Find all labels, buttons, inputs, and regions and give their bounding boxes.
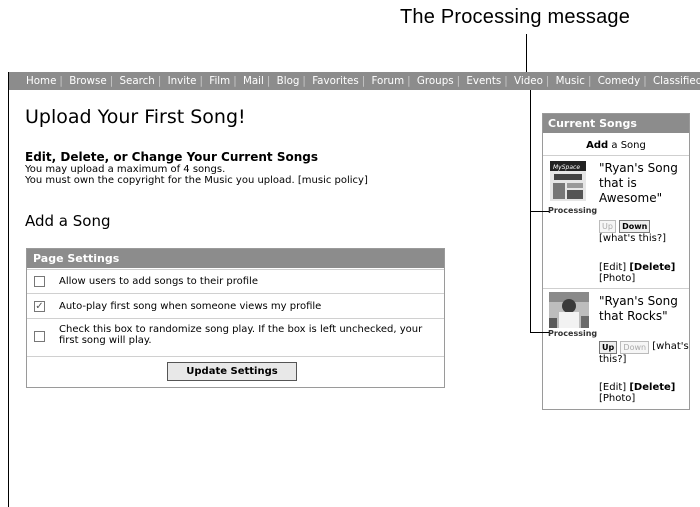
randomize-checkbox[interactable] — [34, 331, 45, 342]
allow-add-songs-checkbox[interactable] — [34, 276, 45, 287]
copyright-text: You must own the copyright for the Music… — [25, 175, 298, 186]
divider — [543, 288, 689, 289]
song-2-links: [Edit] [Delete] [Photo] — [599, 382, 675, 404]
song-2-controls: Up Down [what's this?] — [599, 341, 689, 366]
nav-item-home[interactable]: Home — [26, 75, 56, 87]
autoplay-checkbox[interactable]: ✓ — [34, 301, 45, 312]
section-title: Edit, Delete, or Change Your Current Son… — [25, 150, 318, 164]
setting-row: Allow users to add songs to their profil… — [27, 269, 444, 293]
music-policy-link[interactable]: [music policy] — [298, 175, 368, 186]
nav-item-mail[interactable]: Mail — [243, 75, 264, 87]
copyright-note: You must own the copyright for the Music… — [25, 175, 368, 186]
setting-row: Check this box to randomize song play. I… — [27, 318, 444, 357]
song-1-down-button[interactable]: Down — [619, 220, 651, 233]
song-2-title: "Ryan's Song that Rocks" — [599, 294, 678, 323]
limit-note: You may upload a maximum of 4 songs. — [25, 164, 226, 175]
song-1-delete-link[interactable]: [Delete] — [629, 262, 675, 273]
song-1-links: [Edit] [Delete] [Photo] — [599, 262, 675, 284]
song-1-processing-status: Processing — [548, 206, 598, 215]
song-2-up-button[interactable]: Up — [599, 341, 618, 354]
callout-bracket-2 — [530, 211, 549, 333]
nav-item-film[interactable]: Film — [209, 75, 230, 87]
add-rest-label: a Song — [608, 140, 646, 151]
current-songs-panel: Current Songs Add a Song MySpace "Ryan's… — [542, 113, 690, 410]
nav-item-search[interactable]: Search — [119, 75, 154, 87]
update-settings-button[interactable]: Update Settings — [167, 362, 297, 381]
nav-item-browse[interactable]: Browse — [69, 75, 107, 87]
nav-item-forum[interactable]: Forum — [371, 75, 404, 87]
nav-item-video[interactable]: Video — [514, 75, 543, 87]
thumb-logo-text: MySpace — [553, 164, 580, 171]
current-songs-header: Current Songs — [543, 114, 689, 133]
add-song-heading: Add a Song — [25, 212, 111, 230]
top-nav: Home | Browse | Search | Invite | Film | Mail… — [9, 72, 700, 90]
nav-item-events[interactable]: Events — [466, 75, 501, 87]
setting-label: Allow users to add songs to their profil… — [59, 276, 258, 287]
song-2-processing-status: Processing — [548, 329, 598, 338]
callout-bracket-1 — [530, 90, 549, 212]
add-label: Add — [586, 140, 609, 151]
nav-item-groups[interactable]: Groups — [417, 75, 454, 87]
song-1-thumbnail: MySpace — [550, 161, 586, 201]
page-settings-box: Page Settings Allow users to add songs t… — [26, 248, 445, 388]
add-song-link[interactable]: Add a Song — [543, 140, 689, 151]
nav-item-blog[interactable]: Blog — [277, 75, 300, 87]
nav-item-invite[interactable]: Invite — [168, 75, 197, 87]
song-1-edit-link[interactable]: [Edit] — [599, 262, 626, 273]
setting-row: ✓ Auto-play first song when someone view… — [27, 293, 444, 318]
song-2-edit-link[interactable]: [Edit] — [599, 382, 626, 393]
nav-item-music[interactable]: Music — [556, 75, 585, 87]
song-2-photo-link[interactable]: [Photo] — [599, 393, 635, 404]
nav-item-comedy[interactable]: Comedy — [598, 75, 641, 87]
divider — [543, 155, 689, 156]
callout-label: The Processing message — [400, 6, 631, 28]
song-1-whats-this-link[interactable]: [what's this?] — [599, 233, 666, 244]
nav-item-favorites[interactable]: Favorites — [312, 75, 359, 87]
setting-label: Auto-play first song when someone views … — [59, 301, 322, 312]
setting-label: Check this box to randomize song play. I… — [59, 324, 423, 346]
song-2-delete-link[interactable]: [Delete] — [629, 382, 675, 393]
song-1-title: "Ryan's Song that is Awesome" — [599, 161, 678, 205]
song-2-thumbnail — [549, 292, 589, 328]
nav-item-classifieds[interactable]: Classifieds — [653, 75, 700, 87]
frame-border — [8, 72, 9, 507]
song-1-up-button[interactable]: Up — [599, 220, 616, 233]
song-2-down-button[interactable]: Down — [620, 341, 650, 354]
song-1-photo-link[interactable]: [Photo] — [599, 273, 635, 284]
page-settings-header: Page Settings — [27, 249, 444, 268]
page-title: Upload Your First Song! — [25, 106, 246, 128]
song-1-controls: Up Down [what's this?] — [599, 220, 689, 245]
